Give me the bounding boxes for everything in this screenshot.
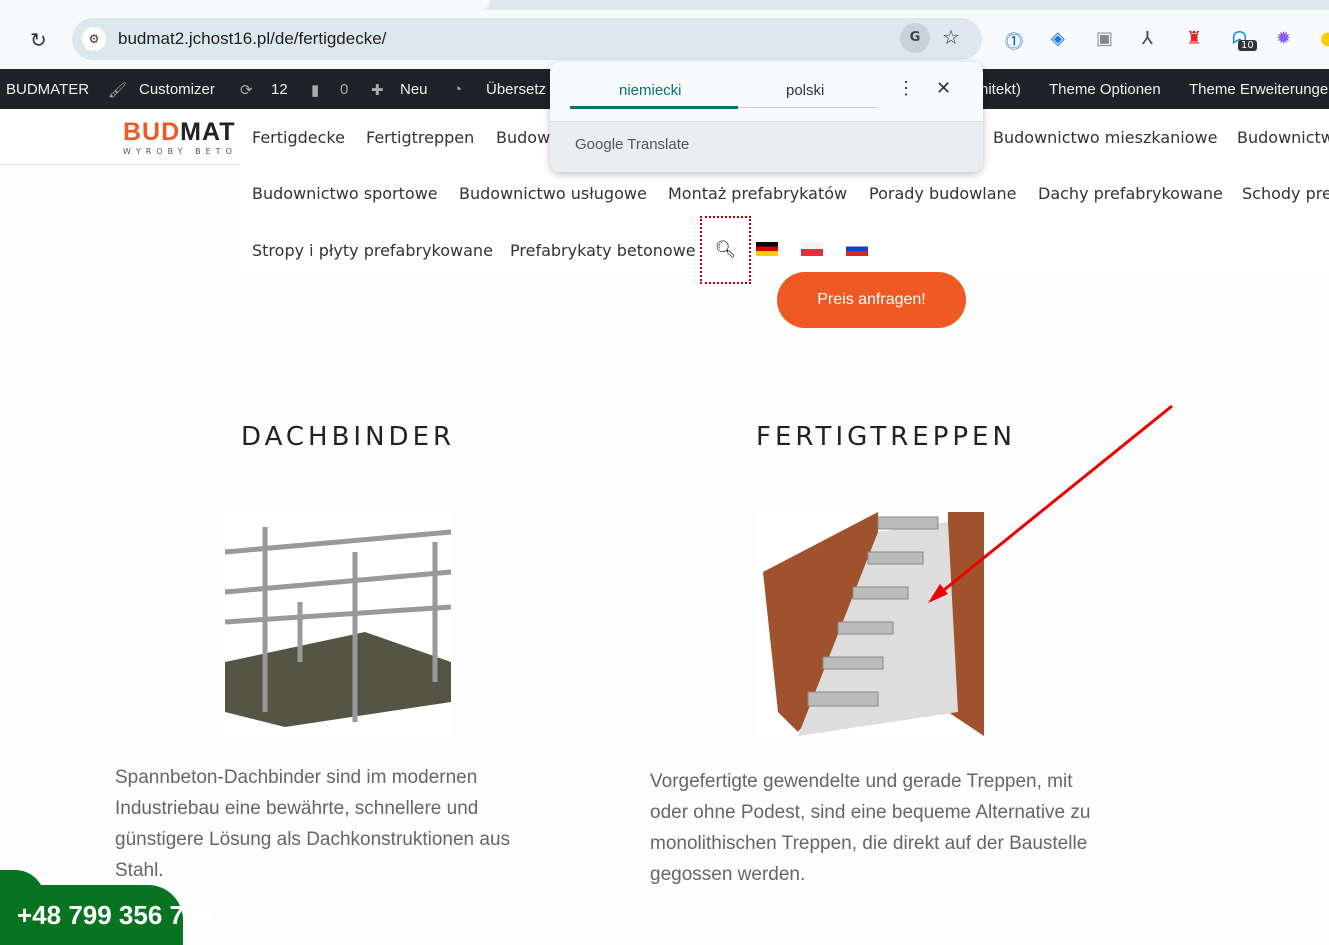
roof-truss-image[interactable] — [224, 512, 452, 736]
url-text[interactable]: budmat2.jchost16.pl/de/fertigdecke/ — [118, 29, 386, 49]
address-bar[interactable]: ⚙ budmat2.jchost16.pl/de/fertigdecke/ G … — [72, 18, 982, 60]
code-extension-icon[interactable]: ▣ — [1096, 28, 1113, 49]
nav-item[interactable]: Dachy prefabrykowane — [1038, 184, 1223, 203]
branch-extension-icon[interactable]: ⅄ — [1142, 28, 1153, 49]
admin-customizer-link[interactable]: Customizer — [139, 81, 215, 98]
tab-strip — [0, 0, 1329, 10]
updates-icon: ⟳ — [240, 82, 253, 99]
nav-item[interactable]: Montaż prefabrykatów — [668, 184, 847, 203]
nav-item[interactable]: Budow — [496, 128, 550, 147]
card-title: DACHBINDER — [241, 422, 456, 452]
nav-item[interactable]: Budownictwo mieszkaniowe — [993, 128, 1217, 147]
tab[interactable] — [0, 0, 490, 10]
search-button[interactable]: 🔍︎ — [700, 216, 751, 284]
phone-number[interactable]: +48 799 356 736 — [17, 900, 213, 931]
site-info-icon[interactable]: ⚙ — [82, 27, 106, 51]
tag-extension-icon[interactable]: ◈ — [1051, 28, 1065, 49]
password-manager-icon[interactable]: ⓵ — [1005, 28, 1023, 54]
google-translate-label: Google Translate — [575, 136, 690, 153]
robot-extension-icon[interactable]: ♜ — [1186, 28, 1202, 49]
plus-icon: ✚ — [371, 82, 384, 99]
annotation-arrow — [928, 404, 1173, 603]
close-icon[interactable]: ✕ — [936, 78, 951, 99]
admin-new-link[interactable]: Neu — [400, 81, 428, 98]
extension-icon[interactable]: ● — [1320, 28, 1329, 49]
active-tab-indicator — [570, 106, 738, 109]
translate-popup: niemiecki polski ⋮ ✕ Google Translate — [550, 62, 983, 172]
nav-item[interactable]: Fertigtreppen — [366, 128, 474, 147]
card-description: Vorgefertigte gewendelte und gerade Trep… — [650, 771, 1091, 885]
logo-text: BUD — [123, 118, 181, 146]
admin-comments-count[interactable]: 0 — [340, 81, 348, 98]
reload-icon[interactable]: ↻ — [30, 28, 47, 52]
admin-theme-options[interactable]: Theme Optionen — [1049, 81, 1161, 98]
logo-text-2: MAT — [180, 118, 236, 146]
flag-pl-icon[interactable] — [801, 242, 823, 256]
nav-item[interactable]: Prefabrykaty betonowe — [510, 241, 696, 260]
admin-hidden-item[interactable]: hitekt) — [980, 81, 1021, 98]
card-description: Spannbeton-Dachbinder sind im modernen I… — [115, 767, 511, 881]
tab-source-language[interactable]: niemiecki — [619, 82, 682, 99]
nav-item[interactable]: Budownictwo usługowe — [459, 184, 647, 203]
tab-target-language[interactable]: polski — [786, 82, 824, 99]
nav-item[interactable]: Fertigdecke — [252, 128, 345, 147]
admin-translate-link[interactable]: Übersetz — [486, 81, 546, 98]
ghost-extension-icon[interactable]: ᗣ 10 — [1232, 28, 1257, 51]
comment-icon: ▮ — [311, 82, 320, 99]
brush-icon: 🖌 — [108, 82, 128, 99]
bookmark-star-icon[interactable]: ☆ — [942, 25, 960, 49]
admin-site-link[interactable]: BUDMATER — [6, 81, 89, 98]
admin-updates-count[interactable]: 12 — [271, 81, 288, 98]
translate-admin-icon: ◔ — [453, 81, 463, 98]
nav-item[interactable]: Budownictwo sportowe — [252, 184, 438, 203]
gear-extension-icon[interactable]: ✹ — [1276, 28, 1291, 49]
admin-theme-extensions[interactable]: Theme Erweiterunge — [1189, 81, 1328, 98]
request-quote-button[interactable]: Preis anfragen! — [777, 272, 966, 328]
extension-badge: 10 — [1238, 40, 1257, 51]
phone-button[interactable]: +48 799 356 736 — [0, 885, 213, 945]
flag-de-icon[interactable] — [756, 242, 778, 256]
translate-icon[interactable]: G — [900, 23, 930, 53]
search-icon: 🔍︎ — [714, 240, 737, 260]
nav-item[interactable]: Budownictw — [1237, 128, 1329, 147]
nav-item[interactable]: Porady budowlane — [869, 184, 1017, 203]
logo-tagline: WYROBY BETO — [123, 147, 237, 156]
nav-item[interactable]: Stropy i płyty prefabrykowane — [252, 241, 493, 260]
browser-toolbar: ↻ ⚙ budmat2.jchost16.pl/de/fertigdecke/ … — [0, 10, 1329, 69]
more-options-icon[interactable]: ⋮ — [897, 78, 915, 99]
site-logo[interactable]: BUDMAT WYROBY BETO — [123, 118, 241, 158]
flag-ru-icon[interactable] — [846, 242, 868, 256]
nav-item[interactable]: Schody pre — [1242, 184, 1329, 203]
tab[interactable] — [537, 0, 1329, 10]
